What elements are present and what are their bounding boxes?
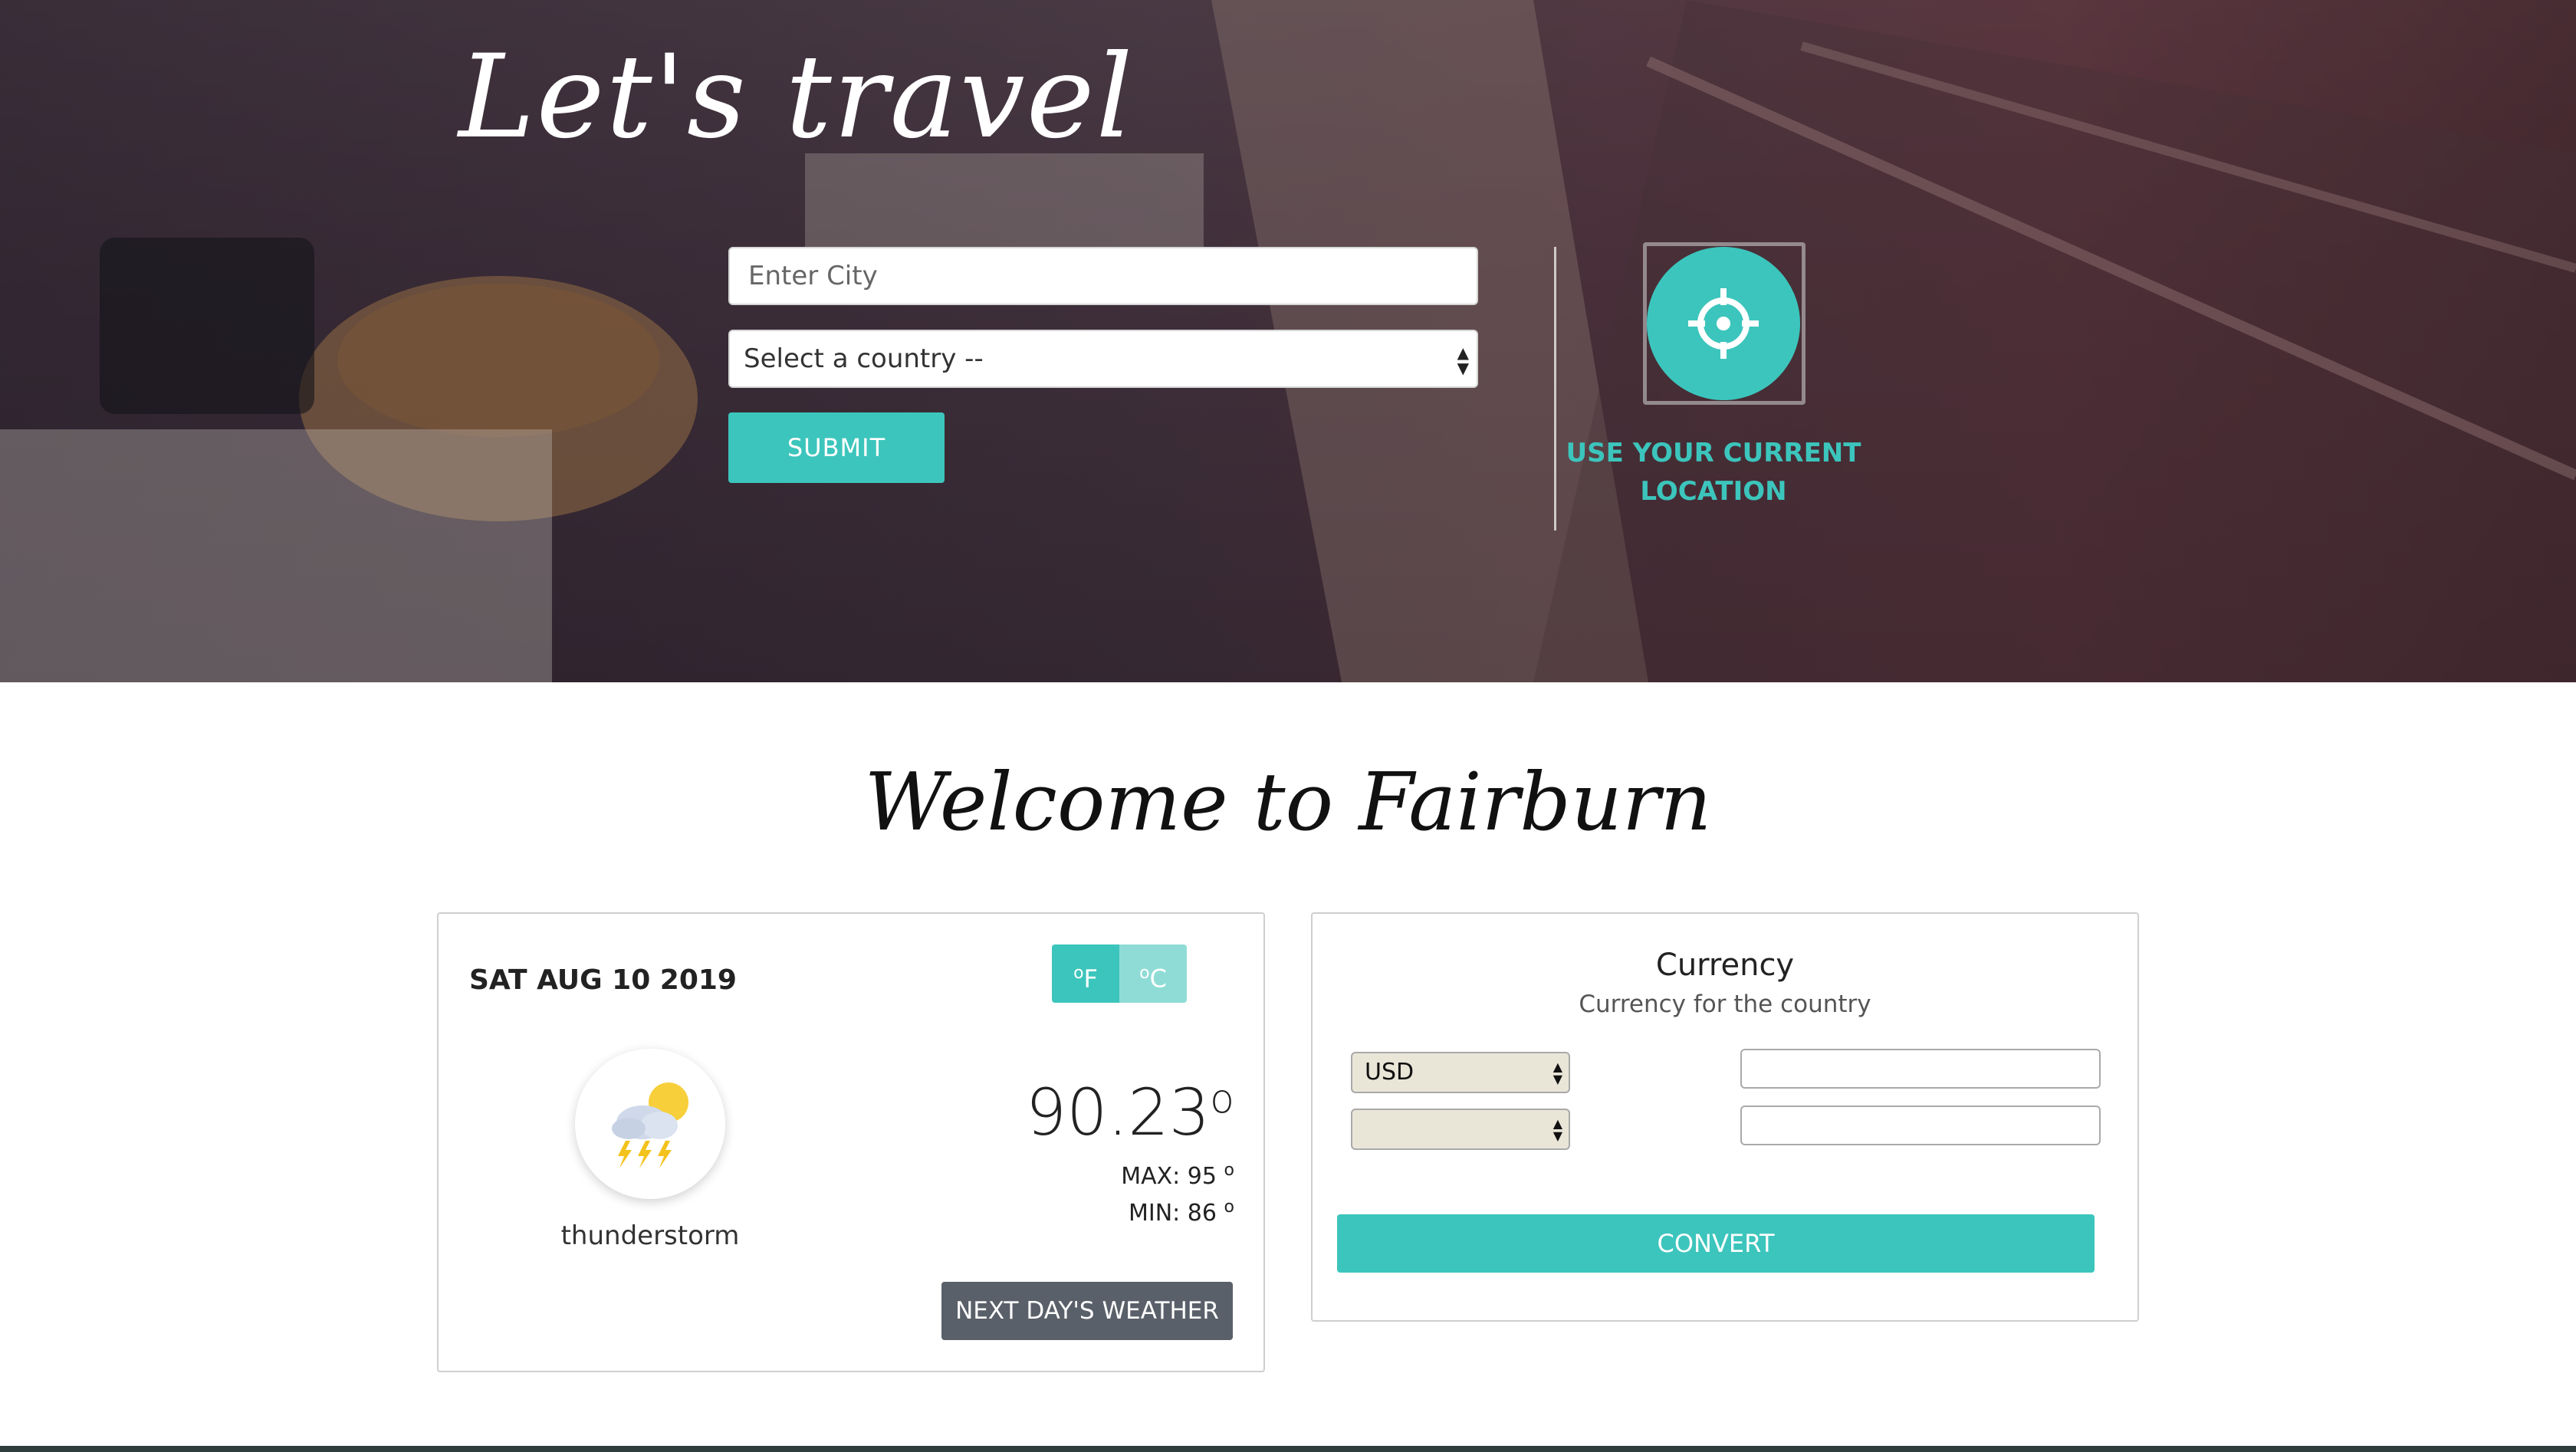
city-input[interactable] xyxy=(728,247,1478,305)
weather-date: SAT AUG 10 2019 xyxy=(469,964,737,996)
temperature-value: 90.23 xyxy=(1025,1075,1211,1150)
max-temperature-value: MAX: 95 xyxy=(1121,1163,1217,1190)
from-amount-input[interactable] xyxy=(1740,1049,2101,1089)
currency-subtitle: Currency for the country xyxy=(1579,990,1871,1018)
thunderstorm-icon xyxy=(612,1082,688,1168)
select-arrows-icon: ▲ ▼ xyxy=(1552,1059,1562,1086)
use-location-button[interactable] xyxy=(1647,247,1800,400)
select-arrows-icon: ▲ ▼ xyxy=(1457,343,1469,377)
unit-toggle: oF oC xyxy=(1052,944,1187,1003)
crosshair-icon xyxy=(1688,288,1759,359)
hero-divider xyxy=(1554,247,1556,531)
celsius-button[interactable]: oC xyxy=(1119,944,1187,1003)
weather-icon-container xyxy=(575,1049,725,1199)
min-temperature: MIN: 86 o xyxy=(1128,1197,1234,1227)
welcome-heading: Welcome to Fairburn xyxy=(864,755,1712,849)
weather-description: thunderstorm xyxy=(560,1220,740,1251)
next-day-weather-button[interactable]: NEXT DAY'S WEATHER xyxy=(941,1282,1233,1340)
to-currency-select[interactable]: ▲ ▼ xyxy=(1351,1109,1570,1150)
currency-card: Currency Currency for the country USD ▲ ▼… xyxy=(1311,912,2139,1322)
weather-card: SAT AUG 10 2019 oF oC thunderstorm 90.23… xyxy=(437,912,1265,1372)
currency-title: Currency xyxy=(1655,948,1795,983)
country-select[interactable]: Select a country -- ▲ ▼ xyxy=(728,330,1478,388)
footer-edge xyxy=(0,1446,2576,1452)
fahrenheit-button[interactable]: oF xyxy=(1052,944,1119,1003)
current-temperature: 90.23o xyxy=(1025,1075,1234,1150)
select-arrows-icon: ▲ ▼ xyxy=(1552,1116,1562,1143)
from-currency-value: USD xyxy=(1365,1059,1414,1086)
fahrenheit-label: F xyxy=(1083,964,1098,994)
celsius-label: C xyxy=(1149,964,1167,994)
use-location-label[interactable]: USE YOUR CURRENT LOCATION xyxy=(1564,434,1863,511)
to-amount-input[interactable] xyxy=(1740,1105,2101,1145)
hero-title: Let's travel xyxy=(458,31,1135,164)
convert-button[interactable]: CONVERT xyxy=(1337,1214,2095,1273)
min-temperature-value: MIN: 86 xyxy=(1128,1200,1217,1227)
from-currency-select[interactable]: USD ▲ ▼ xyxy=(1351,1052,1570,1093)
submit-button[interactable]: SUBMIT xyxy=(728,412,945,483)
max-temperature: MAX: 95 o xyxy=(1121,1161,1234,1190)
country-select-value: Select a country -- xyxy=(744,343,984,374)
